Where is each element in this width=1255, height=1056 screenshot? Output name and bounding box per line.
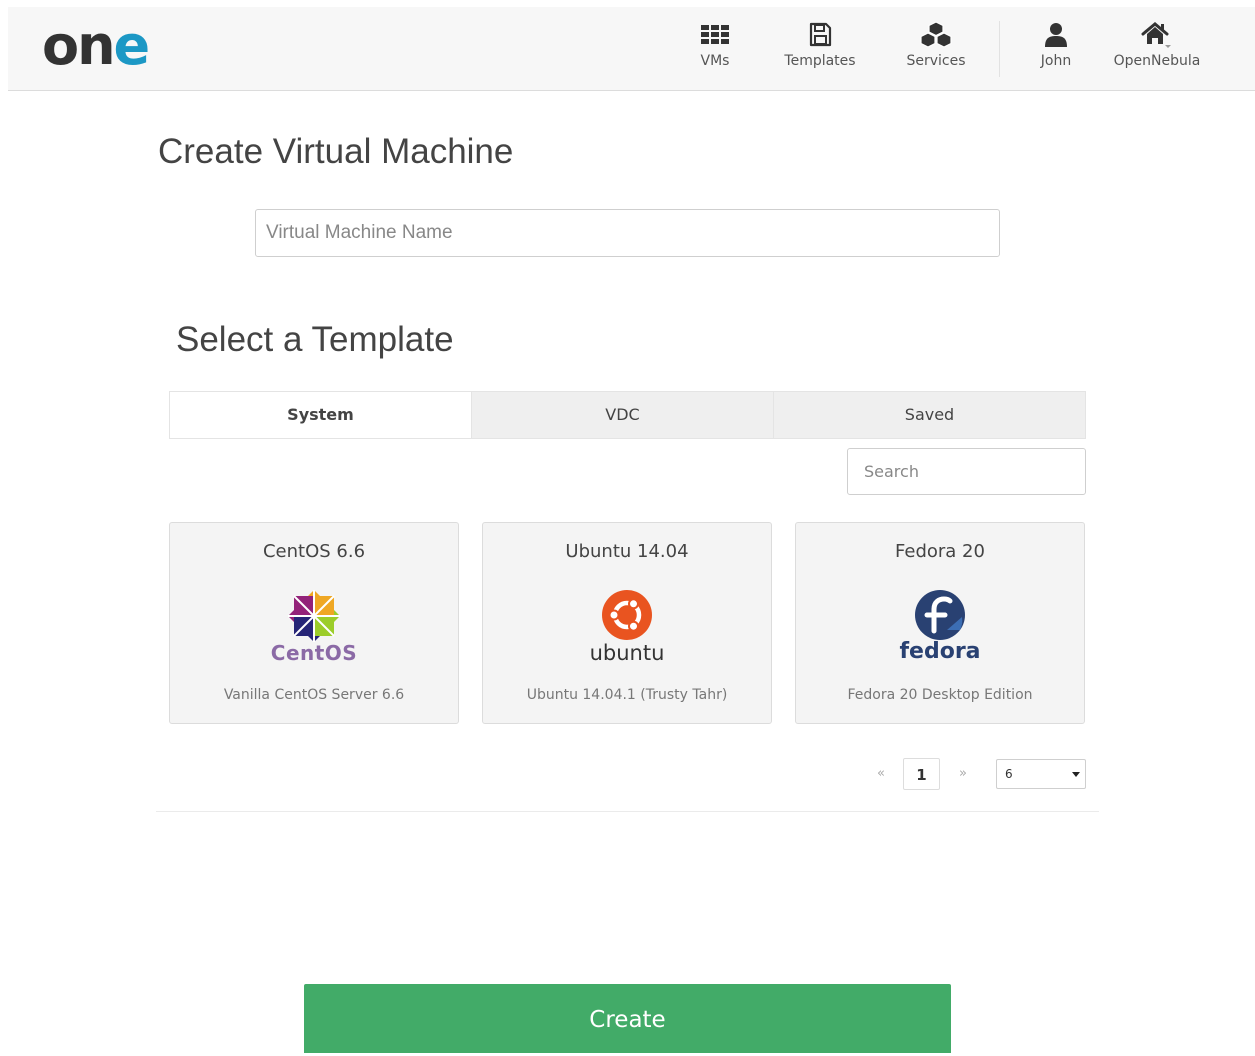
nav-services-label: Services	[906, 53, 966, 69]
ubuntu-icon	[602, 590, 652, 640]
section-divider	[156, 811, 1099, 812]
ubuntu-logo: ubuntu	[483, 589, 771, 667]
nav-zone[interactable]: OpenNebula	[1110, 21, 1204, 79]
pagination-current-page[interactable]: 1	[903, 758, 940, 790]
floppy-icon	[809, 22, 832, 47]
grid-icon	[701, 25, 729, 44]
select-template-title: Select a Template	[176, 320, 454, 359]
logo-text-accent: e	[113, 14, 151, 77]
fedora-icon	[915, 590, 965, 640]
centos-logo-text: CentOS	[270, 641, 358, 665]
page-size-select[interactable]: 6	[996, 759, 1086, 789]
template-name: Ubuntu 14.04	[565, 541, 689, 562]
caret-down-icon	[1072, 772, 1080, 777]
page-size-value: 6	[1005, 767, 1013, 781]
centos-logo: CentOS	[170, 589, 458, 667]
tab-saved[interactable]: Saved	[773, 392, 1085, 438]
top-bar: one VMs Templates Services John OpenNebu…	[8, 7, 1255, 91]
nav-vms-label: VMs	[700, 53, 730, 69]
template-tabs: System VDC Saved	[169, 391, 1086, 439]
vm-name-input[interactable]	[255, 209, 1000, 257]
tab-system[interactable]: System	[170, 392, 471, 438]
nav-divider	[999, 21, 1000, 77]
template-card-centos[interactable]: CentOS 6.6 CentOS Vanilla CentOS Server …	[169, 522, 459, 724]
template-description: Ubuntu 14.04.1 (Trusty Tahr)	[526, 687, 728, 703]
template-description: Fedora 20 Desktop Edition	[847, 687, 1033, 703]
one-logo[interactable]: one	[42, 19, 150, 73]
nav-services[interactable]: Services	[901, 21, 971, 79]
nav-templates[interactable]: Templates	[780, 21, 860, 79]
pagination-prev[interactable]: «	[868, 758, 894, 790]
create-button[interactable]: Create	[304, 984, 951, 1053]
ubuntu-logo-text: ubuntu	[589, 641, 665, 665]
nav-vms[interactable]: VMs	[690, 21, 740, 79]
template-name: Fedora 20	[895, 541, 985, 562]
nav-user[interactable]: John	[1033, 21, 1079, 79]
pagination-next[interactable]: »	[950, 758, 976, 790]
template-description: Vanilla CentOS Server 6.6	[223, 687, 405, 703]
tab-vdc[interactable]: VDC	[471, 392, 773, 438]
nav-templates-label: Templates	[784, 53, 856, 69]
user-icon	[1045, 23, 1067, 47]
nav-zone-label: OpenNebula	[1113, 53, 1201, 69]
home-icon	[1141, 22, 1171, 48]
template-name: CentOS 6.6	[262, 541, 366, 562]
template-card-ubuntu[interactable]: Ubuntu 14.04 ubuntu Ubuntu 14.04.1 (Trus…	[482, 522, 772, 724]
logo-text-dark: on	[42, 14, 116, 77]
page-title: Create Virtual Machine	[158, 132, 514, 171]
nav-user-label: John	[1040, 53, 1072, 69]
fedora-logo-text: fedora	[899, 639, 981, 664]
search-input[interactable]	[847, 448, 1086, 495]
fedora-logo: fedora	[796, 589, 1084, 667]
template-card-fedora[interactable]: Fedora 20 fedora Fedora 20 Desktop Editi…	[795, 522, 1085, 724]
cubes-icon	[920, 21, 952, 48]
